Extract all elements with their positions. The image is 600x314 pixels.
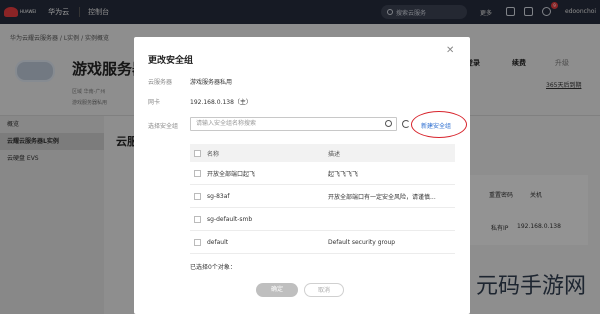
watermark-logo: 元码手游网 [476, 274, 587, 299]
security-group-label: 选择安全组 [148, 123, 179, 130]
column-description: 描述 [328, 150, 341, 158]
search-placeholder: 请输入安全组名称搜索 [196, 120, 257, 127]
refresh-icon[interactable] [402, 120, 410, 128]
change-security-group-dialog: 更改安全组 ✕ 云服务器 游戏服务器私用 网卡 192.168.0.138（主）… [134, 37, 470, 314]
nic-label: 网卡 [148, 99, 161, 106]
search-icon[interactable] [385, 120, 392, 127]
row-name: 开放全部端口起飞 [207, 170, 256, 178]
server-label: 云服务器 [148, 79, 173, 86]
table-row[interactable]: sg-default-smb [190, 208, 455, 231]
row-description: Default security group [328, 238, 396, 246]
row-checkbox[interactable] [194, 215, 201, 223]
row-checkbox[interactable] [194, 238, 201, 246]
row-name: default [207, 238, 229, 246]
row-checkbox[interactable] [194, 192, 201, 200]
table-row[interactable]: sg-83af 开放全部端口有一定安全风险，请谨慎... [190, 185, 455, 208]
row-checkbox[interactable] [194, 169, 201, 177]
highlight-circle [411, 111, 467, 138]
table-header: 名称 描述 [190, 144, 455, 162]
row-name: sg-default-smb [207, 215, 253, 223]
select-all-checkbox[interactable] [194, 149, 201, 157]
selected-count: 已选择0个对象： [190, 264, 236, 271]
cancel-button[interactable]: 取消 [304, 283, 344, 297]
row-description: 起飞飞飞飞 [328, 170, 359, 178]
column-name: 名称 [207, 150, 220, 158]
dialog-title: 更改安全组 [148, 56, 194, 66]
table-row[interactable]: default Default security group [190, 231, 455, 254]
confirm-button[interactable]: 确定 [256, 283, 298, 297]
table-row[interactable]: 开放全部端口起飞 起飞飞飞飞 [190, 162, 455, 185]
security-group-table: 名称 描述 开放全部端口起飞 起飞飞飞飞 sg-83af 开放全部端口有一定安全… [190, 144, 455, 254]
security-group-search-input[interactable]: 请输入安全组名称搜索 [190, 117, 397, 131]
server-value: 游戏服务器私用 [190, 79, 233, 86]
row-description: 开放全部端口有一定安全风险，请谨慎... [328, 193, 436, 201]
nic-value: 192.168.0.138（主） [190, 99, 252, 106]
close-icon[interactable]: ✕ [446, 45, 454, 56]
row-name: sg-83af [207, 192, 230, 200]
